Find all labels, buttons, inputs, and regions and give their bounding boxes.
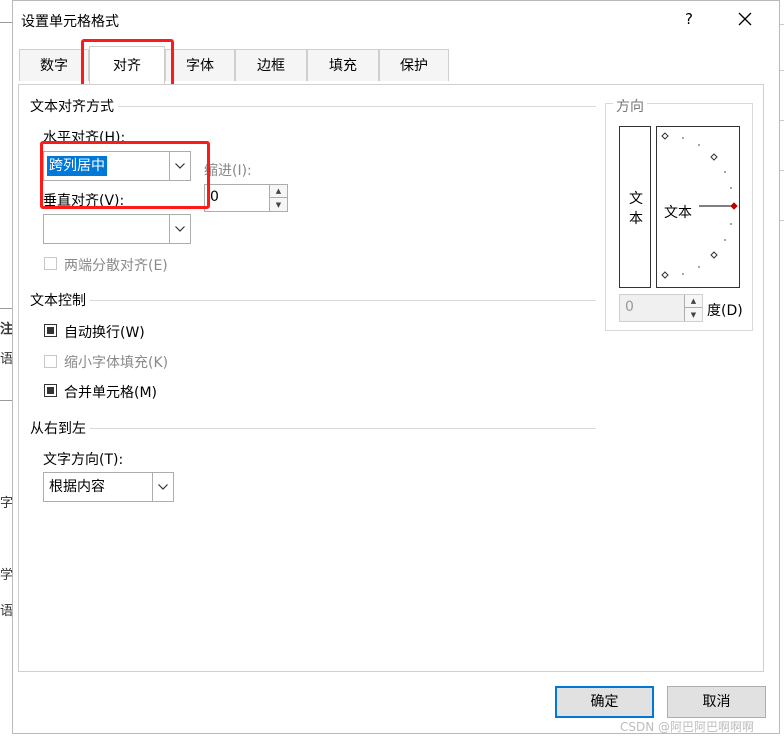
dialog-title: 设置单元格格式 [21, 14, 119, 30]
wrap-text-label: 自动换行(W) [64, 325, 145, 341]
merge-cells-checkbox[interactable] [44, 384, 57, 397]
vertical-text-sample: 文本 [629, 191, 643, 227]
indent-label: 缩进(I): [204, 163, 252, 179]
close-button[interactable] [733, 7, 757, 31]
bg-row [0, 0, 12, 23]
wrap-text-checkbox[interactable] [44, 324, 57, 337]
shrink-to-fit-label: 缩小字体填充(K) [64, 355, 169, 371]
text-direction-select[interactable]: 根据内容 [43, 472, 174, 502]
tab-border[interactable]: 边框 [235, 49, 307, 81]
vertical-text-toggle[interactable]: 文本 [619, 126, 651, 288]
justify-distributed-label: 两端分散对齐(E) [64, 258, 168, 274]
tab-number[interactable]: 数字 [19, 49, 89, 81]
degree-spinner[interactable]: 0 ▲ ▼ [619, 294, 703, 322]
close-icon [738, 12, 752, 26]
spin-down-icon[interactable]: ▼ [269, 198, 287, 211]
tab-font[interactable]: 字体 [165, 49, 235, 81]
dial-text-sample: 文本 [664, 205, 692, 221]
text-direction-label: 文字方向(T): [43, 452, 124, 468]
text-alignment-title: 文本对齐方式 [30, 96, 118, 116]
divider [30, 428, 596, 429]
watermark: CSDN @阿巴阿巴啊啊啊 [620, 720, 755, 734]
vertical-align-select[interactable] [43, 214, 191, 244]
degree-value: 0 [625, 299, 634, 315]
bg-row [0, 240, 12, 269]
tab-protection[interactable]: 保护 [379, 49, 449, 81]
ok-button[interactable]: 确定 [555, 686, 654, 718]
shrink-to-fit-checkbox[interactable] [44, 355, 57, 368]
merge-cells-label: 合并单元格(M) [64, 385, 158, 401]
degree-label: 度(D) [707, 303, 743, 319]
chevron-down-icon[interactable] [152, 473, 173, 501]
bg-row [0, 268, 12, 309]
spin-down-icon[interactable]: ▼ [684, 308, 702, 321]
orientation-dial[interactable]: 文本 [656, 126, 740, 288]
tab-fill[interactable]: 填充 [307, 49, 379, 81]
vertical-align-value [47, 219, 51, 239]
indent-value: 0 [210, 189, 219, 205]
text-direction-value: 根据内容 [49, 479, 105, 495]
bg-row [0, 370, 12, 401]
help-button[interactable]: ? [677, 7, 701, 31]
justify-distributed-checkbox[interactable] [44, 257, 57, 270]
chevron-down-icon[interactable] [169, 215, 190, 243]
spin-up-icon[interactable]: ▲ [684, 295, 702, 308]
indent-spinner[interactable]: 0 ▲ ▼ [204, 184, 288, 212]
spin-up-icon[interactable]: ▲ [269, 185, 287, 198]
text-control-title: 文本控制 [30, 290, 90, 310]
cancel-button[interactable]: 取消 [667, 686, 766, 718]
tab-highlight-box [81, 39, 174, 88]
rtl-title: 从右到左 [30, 418, 90, 438]
divider [30, 300, 596, 301]
horizontal-align-highlight-box [40, 141, 210, 209]
orientation-title: 方向 [613, 96, 647, 116]
